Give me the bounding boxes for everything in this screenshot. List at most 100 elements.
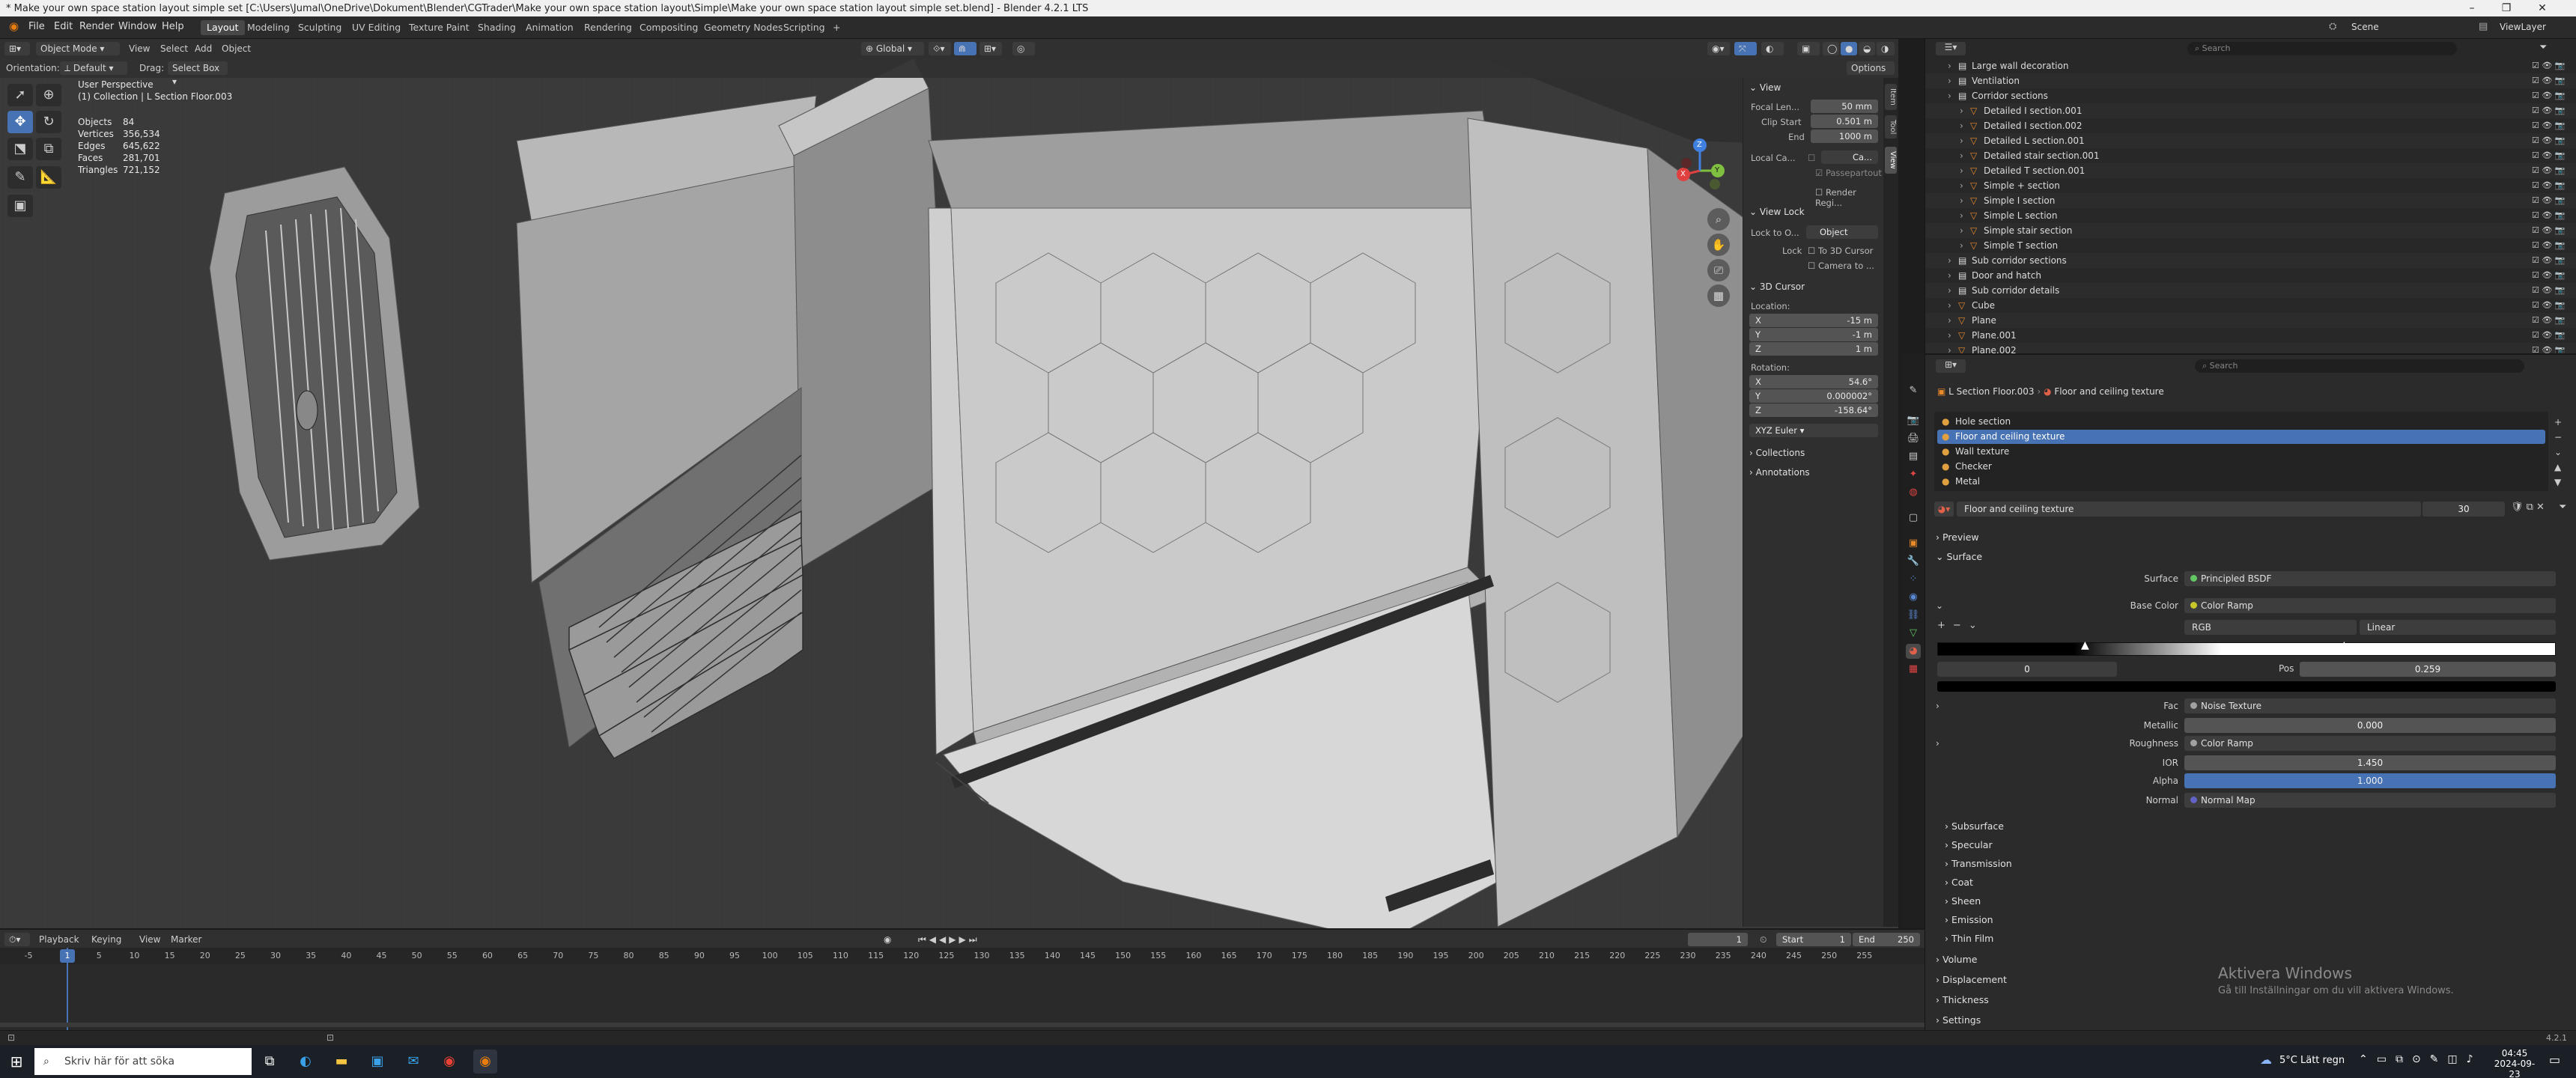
material-slot-item[interactable]: ● Floor and ceiling texture — [1937, 430, 2545, 444]
expand-arrow-icon[interactable]: › — [1948, 73, 1951, 88]
modifier-tab-icon[interactable]: 🔧 — [1906, 554, 1921, 569]
roughness-field[interactable]: Color Ramp — [2184, 736, 2556, 751]
tab-layout[interactable]: Layout — [201, 20, 245, 35]
fac-expand-icon[interactable]: › — [1936, 701, 1939, 711]
ramp-pos-field[interactable]: 0.259 — [2300, 662, 2556, 677]
outliner-row[interactable]: › ▤ Large wall decoration ☑ 👁 📷 — [1925, 58, 2576, 73]
filter-icon[interactable]: ⏷ — [2539, 42, 2547, 53]
visibility-toggles-icon[interactable]: ☑ 👁 📷 — [2532, 118, 2566, 133]
tab-texture-paint[interactable]: Texture Paint — [403, 20, 476, 35]
ramp-interpolation[interactable]: Linear — [2360, 620, 2556, 635]
taskbar-search-input[interactable]: ⌕ Skriv här för att söka — [34, 1048, 252, 1075]
add-slot-icon[interactable]: + — [2554, 415, 2562, 430]
timeline-menu-keying[interactable]: Keying — [91, 933, 121, 946]
properties-editor-icon[interactable]: ⊞▾ — [1936, 359, 1966, 373]
texture-tab-icon[interactable]: ▦ — [1906, 662, 1921, 677]
tray-icons[interactable]: ⌃▭⧉⊙✎◫♪ — [2359, 1053, 2482, 1065]
tab-scripting[interactable]: Scripting — [777, 20, 831, 35]
annotate-tool-icon[interactable]: ✎ — [7, 166, 33, 189]
outliner-row[interactable]: › ▽ Detailed T section.001 ☑ 👁 📷 — [1925, 163, 2576, 178]
outliner-row[interactable]: › ▤ Corridor sections ☑ 👁 📷 — [1925, 88, 2576, 103]
material-tab-icon[interactable]: ◕ — [1906, 644, 1921, 659]
ramp-remove-stop-icon[interactable]: − — [1953, 620, 1969, 631]
outliner-row[interactable]: › ▤ Sub corridor sections ☑ 👁 📷 — [1925, 253, 2576, 268]
notification-icon[interactable]: ▭ — [2549, 1053, 2560, 1067]
outliner-row[interactable]: › ▽ Simple + section ☑ 👁 📷 — [1925, 178, 2576, 193]
view-layer-tab-icon[interactable]: ▤ — [1906, 449, 1921, 464]
data-tab-icon[interactable]: ▽ — [1906, 626, 1921, 641]
tab-item[interactable]: Item — [1885, 84, 1897, 110]
shader-subpanel-header[interactable]: › Sheen — [1945, 895, 1981, 907]
rendered-shading-icon[interactable]: ◑ — [1877, 42, 1895, 55]
start-frame-field[interactable]: Start 1 — [1776, 933, 1851, 946]
menu-object[interactable]: Object — [222, 42, 251, 55]
normal-field[interactable]: Normal Map — [2184, 793, 2556, 808]
perspective-toggle-icon[interactable]: ▦ — [1707, 284, 1730, 307]
editor-type-icon[interactable]: ⊞▾ — [4, 42, 30, 55]
expand-arrow-icon[interactable]: › — [1960, 238, 1963, 253]
base-color-expand-icon[interactable]: ⌄ — [1936, 600, 1943, 611]
visibility-toggles-icon[interactable]: ☑ 👁 📷 — [2532, 163, 2566, 178]
visibility-toggles-icon[interactable]: ☑ 👁 📷 — [2532, 268, 2566, 283]
mode-selector[interactable]: Object Mode ▾ — [36, 42, 120, 55]
material-section-header[interactable]: › Displacement — [1936, 974, 2007, 985]
visibility-toggles-icon[interactable]: ☑ 👁 📷 — [2532, 103, 2566, 118]
end-frame-field[interactable]: End 250 — [1853, 933, 1920, 946]
visibility-toggles-icon[interactable]: ☑ 👁 📷 — [2532, 298, 2566, 313]
timeline-ruler[interactable] — [0, 948, 1925, 964]
expand-arrow-icon[interactable]: › — [1948, 298, 1951, 313]
mail-icon[interactable]: ✉ — [401, 1050, 425, 1074]
scene-tab-icon[interactable]: ✦ — [1906, 467, 1921, 482]
menu-add[interactable]: Add — [195, 42, 212, 55]
outliner-row[interactable]: › ▽ Simple T section ☑ 👁 📷 — [1925, 238, 2576, 253]
move-slot-up-icon[interactable]: ▲ — [2554, 460, 2562, 475]
outliner-row[interactable]: › ▽ Simple stair section ☑ 👁 📷 — [1925, 223, 2576, 238]
expand-arrow-icon[interactable]: › — [1948, 58, 1951, 73]
fac-field[interactable]: Noise Texture — [2184, 698, 2556, 713]
outliner-row[interactable]: › ▤ Ventilation ☑ 👁 📷 — [1925, 73, 2576, 88]
expand-arrow-icon[interactable]: › — [1960, 148, 1963, 163]
edge-icon[interactable]: ◐ — [294, 1050, 318, 1074]
color-ramp-bar[interactable] — [1937, 642, 2556, 656]
ramp-color-mode[interactable]: RGB — [2184, 620, 2357, 635]
timeline-scrollbar[interactable] — [0, 1023, 1925, 1027]
blender-logo-icon[interactable]: ◉ — [9, 19, 19, 33]
annotations-header[interactable]: › Annotations — [1749, 467, 1810, 478]
move-slot-down-icon[interactable]: ▼ — [2554, 475, 2562, 490]
pivot-icon[interactable]: ⟐▾ — [929, 42, 951, 55]
taskbar-clock[interactable]: 04:45 2024-09-23 — [2492, 1048, 2537, 1078]
playhead-handle[interactable]: 1 — [60, 949, 75, 963]
visibility-toggles-icon[interactable]: ☑ 👁 📷 — [2532, 238, 2566, 253]
visibility-toggles-icon[interactable]: ☑ 👁 📷 — [2532, 253, 2566, 268]
expand-arrow-icon[interactable]: › — [1948, 88, 1951, 103]
base-color-field[interactable]: Color Ramp — [2184, 598, 2556, 613]
breadcrumb-object[interactable]: L Section Floor.003 — [1948, 386, 2034, 397]
material-slot-item[interactable]: ● Hole section — [1937, 415, 2545, 429]
menu-render[interactable]: Render — [79, 21, 114, 32]
properties-search-input[interactable]: ⌕ Search — [2195, 359, 2524, 373]
timeline-editor-icon[interactable]: ⏱▾ — [4, 933, 30, 946]
particles-tab-icon[interactable]: ⁘ — [1906, 572, 1921, 587]
xray-icon[interactable]: ▣ — [1797, 42, 1820, 55]
visibility-toggles-icon[interactable]: ☑ 👁 📷 — [2532, 178, 2566, 193]
outliner-row[interactable]: › ▽ Detailed I section.002 ☑ 👁 📷 — [1925, 118, 2576, 133]
scene-selector[interactable]: Scene — [2351, 22, 2379, 32]
material-section-header[interactable]: › Settings — [1936, 1014, 1981, 1026]
expand-arrow-icon[interactable]: › — [1948, 313, 1951, 328]
ior-field[interactable]: 1.450 — [2184, 755, 2556, 770]
lock-to-object-field[interactable]: Object — [1806, 225, 1878, 239]
metallic-field[interactable]: 0.000 — [2184, 718, 2556, 733]
material-shading-icon[interactable]: ◒ — [1859, 42, 1875, 55]
pan-hand-icon[interactable]: ✋ — [1707, 234, 1730, 256]
expand-arrow-icon[interactable]: › — [1948, 268, 1951, 283]
outliner-row[interactable]: › ▽ Simple I section ☑ 👁 📷 — [1925, 193, 2576, 208]
proportional-edit-icon[interactable]: ◎ — [1012, 42, 1035, 55]
chrome-icon[interactable]: ◉ — [437, 1050, 461, 1074]
tool-tab-icon[interactable]: ✎ — [1906, 383, 1921, 398]
visibility-toggles-icon[interactable]: ☑ 👁 📷 — [2532, 58, 2566, 73]
timeline-menu-marker[interactable]: Marker — [171, 933, 201, 946]
tab-modeling[interactable]: Modeling — [241, 20, 296, 35]
visibility-icon[interactable]: ◉▾ — [1707, 42, 1730, 55]
maximize-button[interactable]: ❐ — [2489, 0, 2524, 16]
shader-subpanel-header[interactable]: › Subsurface — [1945, 820, 2004, 832]
